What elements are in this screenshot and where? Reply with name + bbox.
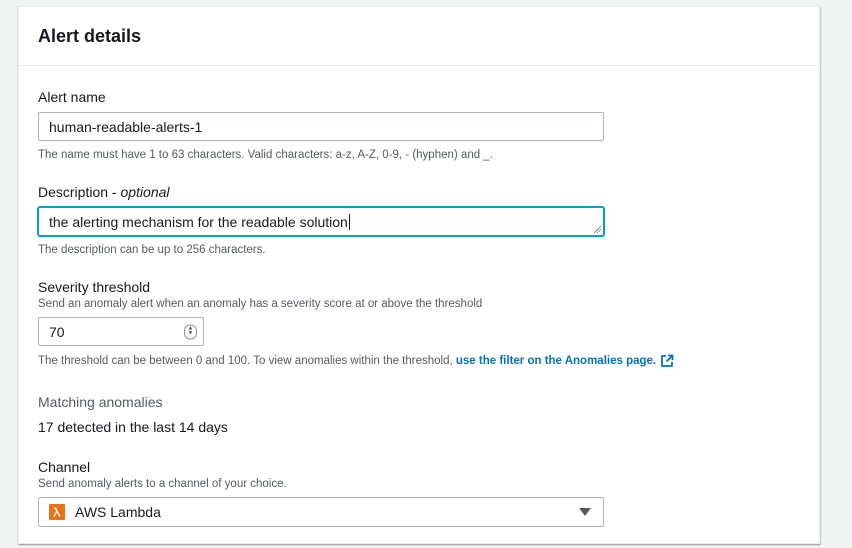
channel-label: Channel bbox=[38, 459, 91, 475]
stepper-arrows-icon[interactable]: ▲ ▼ bbox=[184, 324, 197, 339]
alert-name-value: human-readable-alerts-1 bbox=[49, 118, 203, 135]
severity-label: Severity threshold bbox=[38, 279, 151, 295]
description-optional-tag: optional bbox=[120, 184, 170, 200]
panel-title: Alert details bbox=[38, 25, 142, 46]
severity-number-input[interactable]: 70 ▲ ▼ bbox=[38, 317, 204, 346]
channel-selected-value: AWS Lambda bbox=[75, 504, 161, 520]
panel-header: Alert details bbox=[19, 7, 819, 66]
channel-select[interactable]: AWS Lambda bbox=[38, 497, 604, 527]
matching-anomalies-label: Matching anomalies bbox=[38, 394, 163, 410]
description-label-text: Description - bbox=[38, 184, 121, 200]
chevron-down-icon[interactable] bbox=[579, 508, 591, 516]
description-hint: The description can be up to 256 charact… bbox=[38, 244, 266, 256]
alert-name-input[interactable]: human-readable-alerts-1 bbox=[38, 112, 604, 141]
severity-hint: The threshold can be between 0 and 100. … bbox=[38, 354, 674, 368]
matching-anomalies-value: 17 detected in the last 14 days bbox=[38, 419, 228, 435]
channel-subtext: Send anomaly alerts to a channel of your… bbox=[38, 478, 287, 490]
description-label: Description - optional bbox=[38, 184, 170, 200]
description-value: the alerting mechanism for the readable … bbox=[49, 213, 348, 230]
alert-name-hint: The name must have 1 to 63 characters. V… bbox=[38, 149, 493, 161]
resize-handle-icon[interactable] bbox=[594, 226, 601, 233]
alert-name-label: Alert name bbox=[38, 89, 106, 105]
severity-hint-text: The threshold can be between 0 and 100. … bbox=[38, 355, 456, 368]
severity-value: 70 bbox=[49, 323, 65, 340]
severity-subtext: Send an anomaly alert when an anomaly ha… bbox=[38, 298, 483, 310]
external-link-icon[interactable] bbox=[660, 354, 674, 368]
alert-details-panel: Alert details Alert name human-readable-… bbox=[18, 6, 820, 544]
aws-lambda-icon bbox=[49, 504, 65, 520]
text-cursor bbox=[348, 213, 350, 230]
anomalies-filter-link[interactable]: use the filter on the Anomalies page. bbox=[456, 355, 656, 367]
description-textarea[interactable]: the alerting mechanism for the readable … bbox=[38, 207, 604, 236]
